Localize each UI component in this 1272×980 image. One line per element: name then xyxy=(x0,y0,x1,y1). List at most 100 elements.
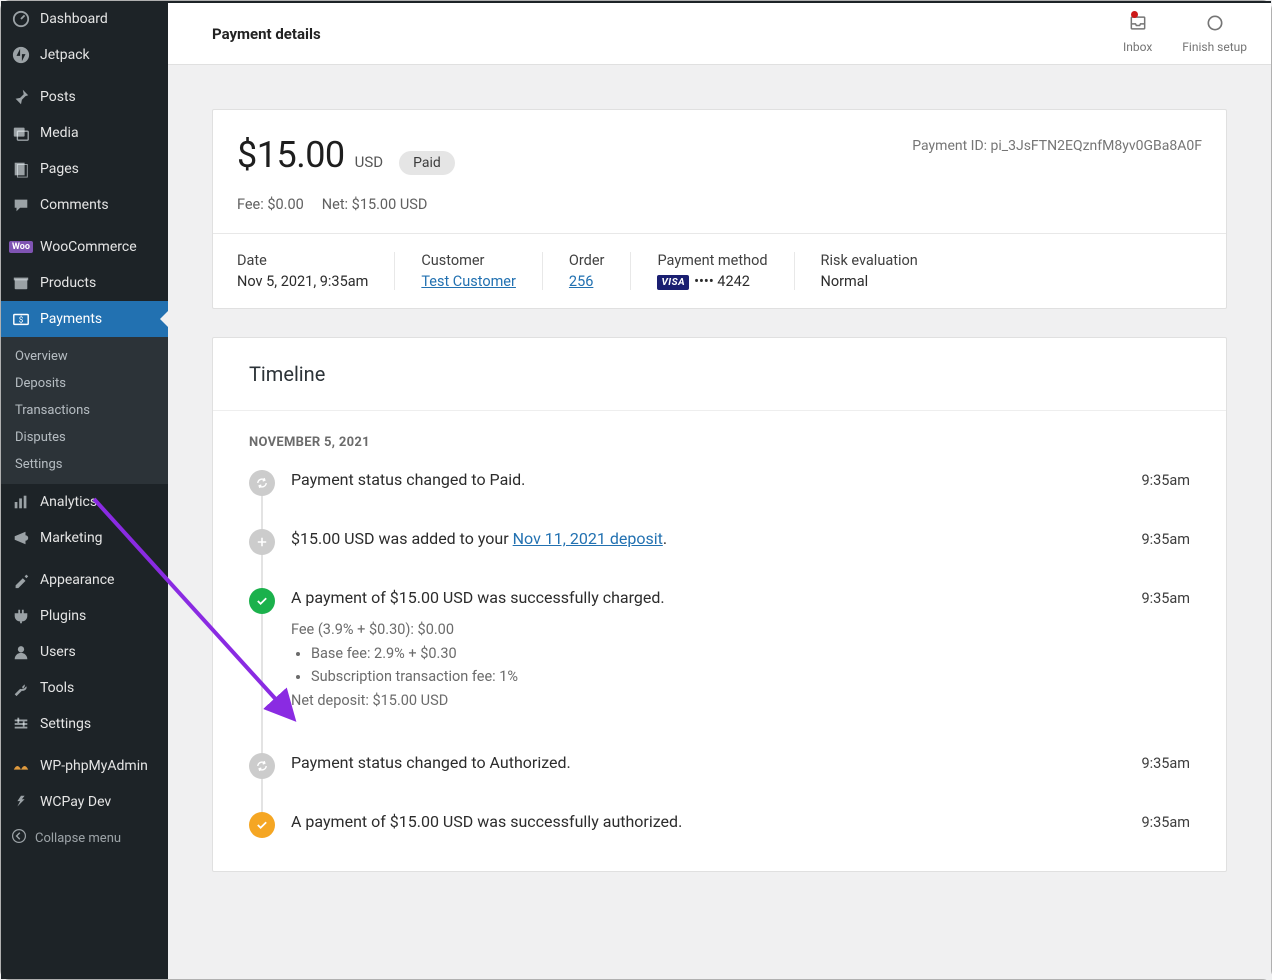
sidebar-label: Marketing xyxy=(40,530,103,546)
sidebar-item-tools[interactable]: Tools xyxy=(1,670,168,706)
finish-setup-icon xyxy=(1205,13,1225,36)
meta-customer: Customer Test Customer xyxy=(394,252,542,290)
users-icon xyxy=(11,642,31,662)
sidebar-item-wcpaydev[interactable]: WCPay Dev xyxy=(1,784,168,820)
submenu-disputes[interactable]: Disputes xyxy=(1,424,168,451)
sidebar-label: Jetpack xyxy=(40,47,90,63)
sidebar-item-comments[interactable]: Comments xyxy=(1,187,168,223)
timeline-time: 9:35am xyxy=(1141,590,1190,607)
sidebar-label: Plugins xyxy=(40,608,86,624)
payment-id: Payment ID: pi_3JsFTN2EQznfM8yv0GBa8A0F xyxy=(912,138,1202,154)
sidebar-item-posts[interactable]: Posts xyxy=(1,79,168,115)
timeline-list: Payment status changed to Paid. 9:35am $… xyxy=(249,470,1190,831)
sidebar-item-pages[interactable]: Pages xyxy=(1,151,168,187)
amount-row: $15.00 USD Paid xyxy=(237,134,455,176)
page-title: Payment details xyxy=(212,25,321,43)
meta-date: Date Nov 5, 2021, 9:35am xyxy=(237,252,394,290)
sidebar-item-analytics[interactable]: Analytics xyxy=(1,484,168,520)
finish-setup-label: Finish setup xyxy=(1182,40,1247,54)
timeline-item: Payment status changed to Paid. 9:35am xyxy=(249,470,1190,529)
submenu-deposits[interactable]: Deposits xyxy=(1,370,168,397)
sidebar-label: WP-phpMyAdmin xyxy=(40,758,148,774)
sidebar-label: Users xyxy=(40,644,76,660)
sidebar-item-dashboard[interactable]: Dashboard xyxy=(1,1,168,37)
tools-icon xyxy=(11,678,31,698)
wcpay-icon xyxy=(11,792,31,812)
sidebar-label: Settings xyxy=(40,716,91,732)
timeline-text: A payment of $15.00 USD was successfully… xyxy=(291,588,665,607)
order-link[interactable]: 256 xyxy=(569,273,593,290)
plugins-icon xyxy=(11,606,31,626)
sidebar-item-media[interactable]: Media xyxy=(1,115,168,151)
sidebar-item-appearance[interactable]: Appearance xyxy=(1,562,168,598)
appearance-icon xyxy=(11,570,31,590)
timeline-text: A payment of $15.00 USD was successfully… xyxy=(291,812,682,831)
card-last4: •••• 4242 xyxy=(694,273,750,290)
analytics-icon xyxy=(11,492,31,512)
collapse-menu-button[interactable]: Collapse menu xyxy=(1,820,168,856)
topbar: Payment details Inbox Finish setup xyxy=(168,3,1271,65)
sidebar-item-woocommerce[interactable]: Woo WooCommerce xyxy=(1,229,168,265)
payment-currency: USD xyxy=(355,153,383,171)
sidebar-item-marketing[interactable]: Marketing xyxy=(1,520,168,556)
sidebar-label: Products xyxy=(40,275,96,291)
pages-icon xyxy=(11,159,31,179)
timeline-time: 9:35am xyxy=(1141,755,1190,772)
comments-icon xyxy=(11,195,31,215)
sidebar-label: WCPay Dev xyxy=(40,794,111,810)
sidebar-item-payments[interactable]: $ Payments xyxy=(1,301,168,337)
sidebar-label: Comments xyxy=(40,197,109,213)
sidebar-label: Payments xyxy=(40,311,102,327)
sidebar-label: Posts xyxy=(40,89,76,105)
timeline-item: Payment status changed to Authorized. 9:… xyxy=(249,753,1190,812)
topbar-actions: Inbox Finish setup xyxy=(1123,13,1247,54)
finish-setup-button[interactable]: Finish setup xyxy=(1182,13,1247,54)
sidebar-item-plugins[interactable]: Plugins xyxy=(1,598,168,634)
sidebar-label: Tools xyxy=(40,680,74,696)
sidebar-label: Analytics xyxy=(40,494,97,510)
sidebar-item-products[interactable]: Products xyxy=(1,265,168,301)
sidebar-label: Pages xyxy=(40,161,79,177)
woocommerce-icon: Woo xyxy=(11,237,31,257)
meta-payment-method: Payment method VISA•••• 4242 xyxy=(630,252,793,290)
meta-risk: Risk evaluation Normal xyxy=(794,252,944,290)
timeline-card: Timeline NOVEMBER 5, 2021 Payment status… xyxy=(212,337,1227,872)
dashboard-icon xyxy=(11,9,31,29)
timeline-header: Timeline xyxy=(213,338,1226,411)
sidebar-label: WooCommerce xyxy=(40,239,137,255)
plus-icon xyxy=(249,529,275,555)
admin-sidebar: Dashboard Jetpack Posts Media Pages Comm… xyxy=(1,1,168,979)
timeline-time: 9:35am xyxy=(1141,472,1190,489)
sidebar-item-settings[interactable]: Settings xyxy=(1,706,168,742)
payment-amount: $15.00 xyxy=(237,134,345,176)
timeline-item: A payment of $15.00 USD was successfully… xyxy=(249,588,1190,753)
inbox-button[interactable]: Inbox xyxy=(1123,13,1152,54)
submenu-settings[interactable]: Settings xyxy=(1,451,168,478)
jetpack-icon xyxy=(11,45,31,65)
phpmyadmin-icon xyxy=(11,756,31,776)
payment-summary-card: $15.00 USD Paid Payment ID: pi_3JsFTN2EQ… xyxy=(212,109,1227,309)
payments-submenu: Overview Deposits Transactions Disputes … xyxy=(1,337,168,484)
pin-icon xyxy=(11,87,31,107)
settings-icon xyxy=(11,714,31,734)
meta-order: Order 256 xyxy=(542,252,631,290)
payment-meta-row: Date Nov 5, 2021, 9:35am Customer Test C… xyxy=(213,233,1226,308)
timeline-text: Payment status changed to Authorized. xyxy=(291,753,571,772)
inbox-label: Inbox xyxy=(1123,40,1152,54)
fee-value: Fee: $0.00 xyxy=(237,196,304,213)
content: $15.00 USD Paid Payment ID: pi_3JsFTN2EQ… xyxy=(168,65,1271,944)
sidebar-label: Media xyxy=(40,125,79,141)
customer-link[interactable]: Test Customer xyxy=(421,273,516,290)
submenu-transactions[interactable]: Transactions xyxy=(1,397,168,424)
timeline-item: $15.00 USD was added to your Nov 11, 202… xyxy=(249,529,1190,588)
collapse-label: Collapse menu xyxy=(35,831,121,846)
sidebar-item-users[interactable]: Users xyxy=(1,634,168,670)
submenu-overview[interactable]: Overview xyxy=(1,343,168,370)
timeline-time: 9:35am xyxy=(1141,531,1190,548)
sidebar-item-phpmyadmin[interactable]: WP-phpMyAdmin xyxy=(1,748,168,784)
net-value: Net: $15.00 USD xyxy=(322,196,428,213)
sidebar-item-jetpack[interactable]: Jetpack xyxy=(1,37,168,73)
products-icon xyxy=(11,273,31,293)
deposit-link[interactable]: Nov 11, 2021 deposit xyxy=(513,529,663,548)
fee-net-line: Fee: $0.00 Net: $15.00 USD xyxy=(213,196,1226,233)
